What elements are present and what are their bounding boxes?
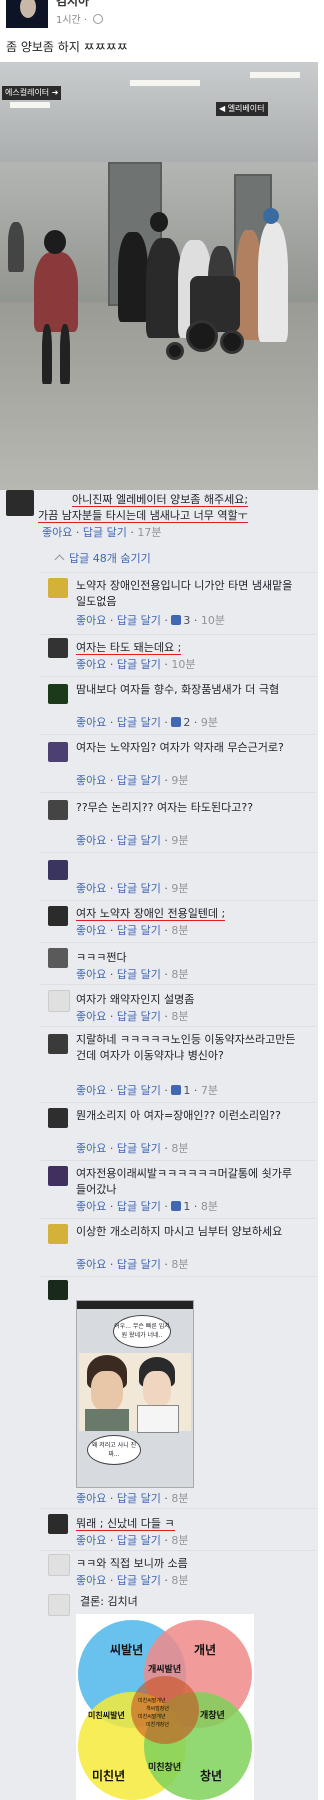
author-avatar[interactable] <box>6 0 48 28</box>
venn-label-cd: 미친창년 <box>148 1761 181 1773</box>
reply-avatar[interactable] <box>48 742 68 762</box>
reply-text: 여자전용이래씨발ㅋㅋㅋㅋㅋㅋ머갈통에 쇳가루들어갔나 <box>76 1167 293 1196</box>
reply-actions: 좋아요 · 답글 달기 · 8분 <box>76 1142 189 1155</box>
like-thumb-icon <box>171 717 182 727</box>
reply-text: 뭔개소리지 아 여자=장애인?? 이런소리임?? <box>76 1109 281 1122</box>
top-comment-actions: 좋아요 · 답글 달기 · 17분 <box>42 526 162 539</box>
reply-actions: 좋아요 · 답글 달기 · 8분 <box>76 924 189 937</box>
like-link[interactable]: 좋아요 <box>42 526 72 539</box>
hide-replies-link[interactable]: 답글 48개 숨기기 <box>54 550 151 566</box>
reply-avatar[interactable] <box>48 860 68 880</box>
reply-avatar[interactable] <box>48 1166 68 1186</box>
reply-text: 여자가 왜약자인지 설명좀 <box>76 993 195 1006</box>
post-photo[interactable]: 에스컬레이터 ➜ ◀ 엘리베이터 <box>0 62 318 490</box>
venn-center-1: 미친씨발개년 <box>138 1697 166 1704</box>
reply-avatar[interactable] <box>48 1034 68 1054</box>
reply-avatar[interactable] <box>48 1594 70 1616</box>
reply-text: 땀내보다 여자들 향수, 화장품냄새가 더 극혐 <box>76 683 280 696</box>
reply-actions: 좋아요 · 답글 달기 · 10분 <box>76 658 196 671</box>
post-time[interactable]: 1시간 · <box>56 11 104 26</box>
reply-avatar[interactable] <box>48 1224 68 1244</box>
reply-text: 지랄하네 ㅋㅋㅋㅋㅋ노인등 이동약자쓰라고만든건데 여자가 이동약자냐 병신아? <box>76 1033 296 1062</box>
reply-text: ㅋㅋㅋ쩐다 <box>76 951 127 964</box>
reply-actions: 좋아요 · 답글 달기 · 1 · 7분 <box>76 1084 218 1097</box>
reply-avatar[interactable] <box>48 990 70 1012</box>
post-header: 김지아 1시간 · <box>0 0 324 36</box>
post-text: 좀 양보좀 하지 ㅉㅉㅉㅉ <box>6 40 128 54</box>
cartoon-image[interactable]: 어우... 무슨 빠른 임지원 왔네가 너네.. 왜 저러고 사니 진짜... <box>76 1300 194 1488</box>
reply-avatar[interactable] <box>48 906 68 926</box>
reply-actions: 좋아요 · 답글 달기 · 1 · 8분 <box>76 1200 218 1213</box>
venn-label-c: 미친년 <box>92 1768 125 1783</box>
reply-link[interactable]: 답글 달기 <box>83 526 127 539</box>
venn-center-4: 미친개창년 <box>146 1721 169 1728</box>
globe-icon <box>93 14 104 24</box>
top-comment-text: 아니진짜 엘레베이터 양보좀 해주세요; 가끔 남자분들 타시는데 냄새나고 너… <box>38 493 249 523</box>
reply-avatar[interactable] <box>48 578 68 598</box>
like-thumb-icon <box>171 1201 182 1211</box>
reply-actions: 좋아요 · 답글 달기 · 3 · 10분 <box>76 614 225 627</box>
reply-actions: 좋아요 · 답글 달기 · 8분 <box>76 1258 189 1271</box>
venn-label-ac: 미친씨발년 <box>88 1710 125 1720</box>
reply-text: ??무슨 논리지?? 여자는 타도된다고?? <box>76 801 254 814</box>
reply-text: 여자는 노약자임? 여자가 약자래 무슨근거로? <box>76 741 284 754</box>
venn-label-bd: 개창년 <box>200 1709 225 1721</box>
reply-actions: 좋아요 · 답글 달기 · 9분 <box>76 834 189 847</box>
like-thumb-icon <box>171 615 182 625</box>
reply-text: 노약자 장애인전용입니다 니가안 타면 냄새맡을일도없음 <box>76 579 293 608</box>
reply-text: 여자는 타도 돼는데요 ; <box>76 641 182 655</box>
reply-avatar[interactable] <box>48 1108 68 1128</box>
reply-actions: 좋아요 · 답글 달기 · 2 · 9분 <box>76 716 218 729</box>
chevron-up-icon <box>54 554 65 565</box>
reply-actions: 좋아요 · 답글 달기 · 8분 <box>76 1534 189 1547</box>
reply-actions: 좋아요 · 답글 달기 · 8분 <box>76 1492 189 1505</box>
commenter-avatar[interactable] <box>6 490 34 516</box>
venn-diagram-image[interactable]: 씨발년 개년 개씨발년 미친씨발년 개창년 미친씨발개년 개씨발창년 미친씨발개… <box>76 1614 254 1800</box>
like-thumb-icon <box>171 1085 182 1095</box>
reply-avatar[interactable] <box>48 948 68 968</box>
reply-avatar[interactable] <box>48 800 68 820</box>
reply-actions: 좋아요 · 답글 달기 · 8분 <box>76 1574 189 1587</box>
venn-label-b: 개년 <box>194 1643 216 1657</box>
reply-avatar[interactable] <box>48 638 68 658</box>
reply-text: 여자 노약자 장애인 전용일텐데 ; <box>76 907 226 921</box>
escalator-sign: 에스컬레이터 ➜ <box>2 86 62 100</box>
reply-text: 이상한 개소리하지 마시고 님부터 양보하세요 <box>76 1225 283 1238</box>
reply-text: 뭐래 ; 신났네 다들 ㅋ <box>76 1517 175 1531</box>
reply-actions: 좋아요 · 답글 달기 · 9분 <box>76 774 189 787</box>
reply-text: ㅋㅋ와 직접 보니까 소름 <box>76 1557 188 1570</box>
venn-label-a: 씨발년 <box>110 1642 143 1657</box>
reply-avatar[interactable] <box>48 684 68 704</box>
speech-bubble: 왜 저러고 사니 진짜... <box>87 1435 141 1465</box>
venn-label-ab: 개씨발년 <box>148 1663 181 1675</box>
venn-center-3: 미친씨발개년 <box>138 1713 166 1720</box>
reply-actions: 좋아요 · 답글 달기 · 8분 <box>76 1010 189 1023</box>
elevator-sign: ◀ 엘리베이터 <box>216 102 268 116</box>
reply-avatar[interactable] <box>48 1554 70 1576</box>
venn-label-d: 창년 <box>200 1768 222 1783</box>
reply-actions: 좋아요 · 답글 달기 · 8분 <box>76 968 189 981</box>
venn-center-2: 개씨발창년 <box>146 1705 169 1712</box>
reply-avatar[interactable] <box>48 1280 68 1300</box>
speech-bubble: 어우... 무슨 빠른 임지원 왔네가 너네.. <box>113 1315 171 1348</box>
reply-text: 결론: 김치녀 <box>80 1595 138 1608</box>
author-name[interactable]: 김지아 <box>56 0 89 9</box>
reply-avatar[interactable] <box>48 1514 68 1534</box>
reply-actions: 좋아요 · 답글 달기 · 9분 <box>76 882 189 895</box>
